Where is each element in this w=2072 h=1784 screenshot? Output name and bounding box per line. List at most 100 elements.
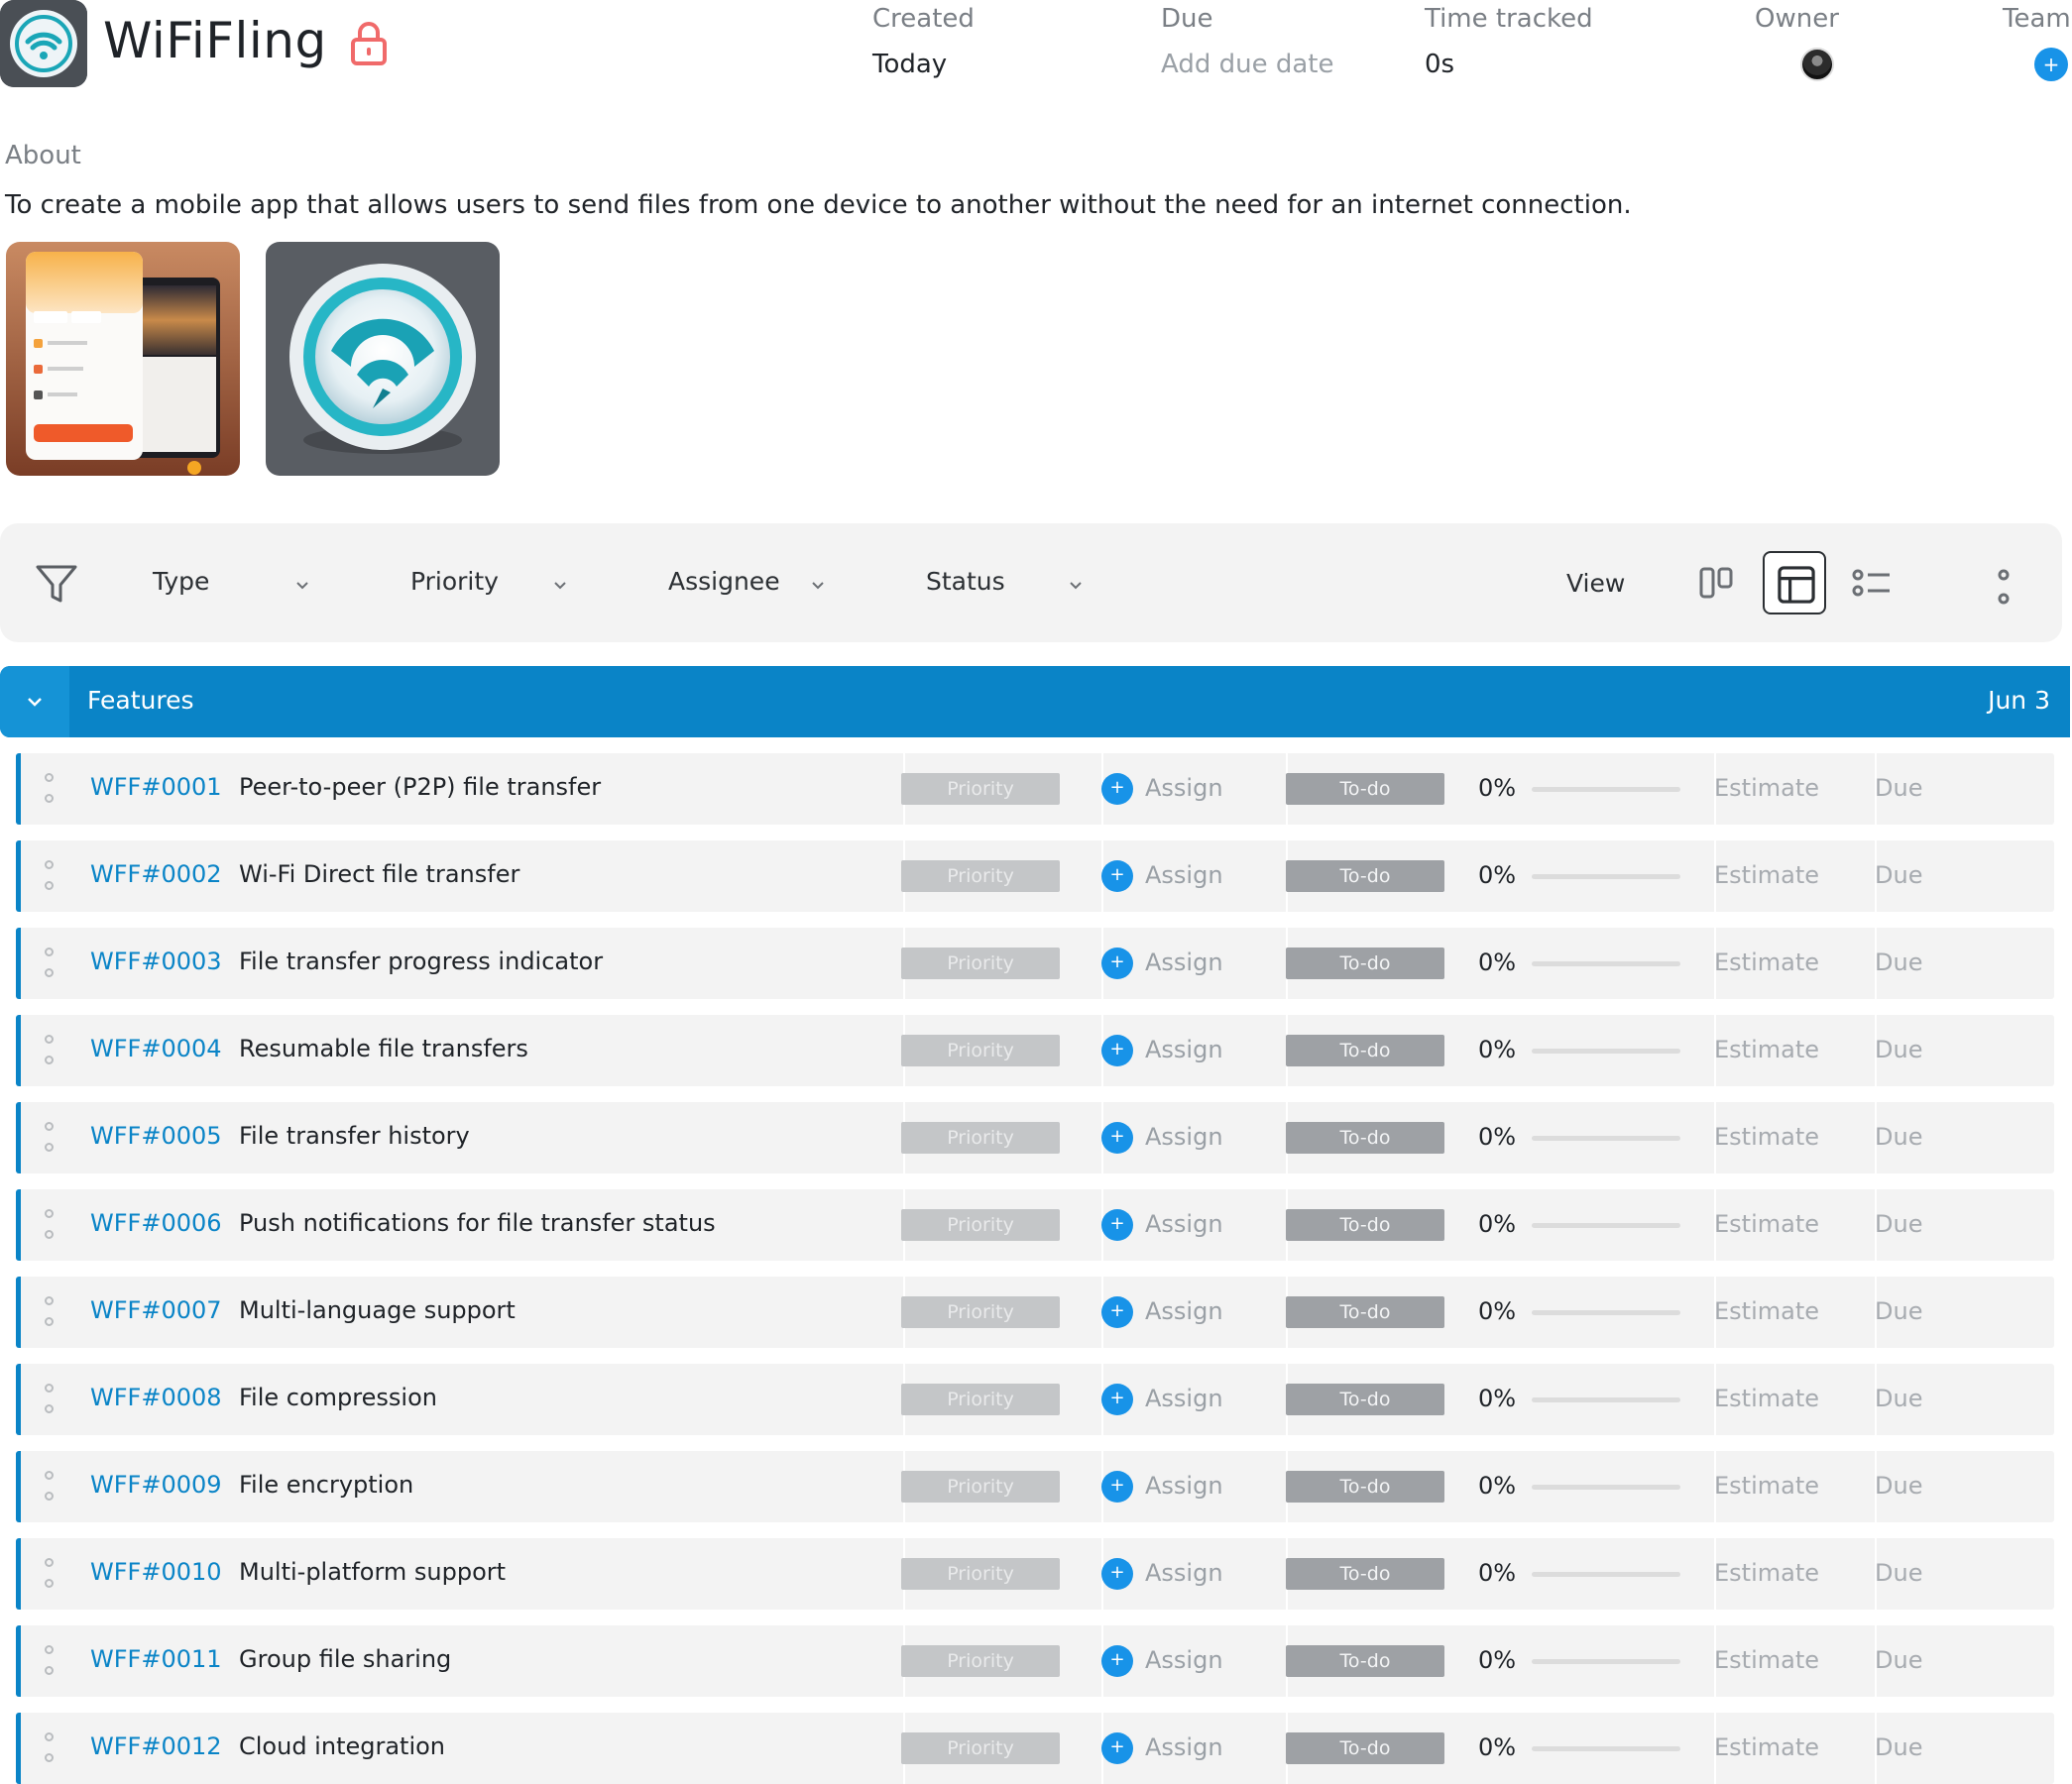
task-id-link[interactable]: WFF#0007 (90, 1296, 222, 1324)
priority-select[interactable]: Priority (901, 1209, 1060, 1241)
due-date-field[interactable]: Due (1875, 1297, 1922, 1325)
table-row[interactable]: WFF#0010 Multi-platform support Priority + A… (16, 1538, 2054, 1610)
table-row[interactable]: WFF#0003 File transfer progress indicator… (16, 928, 2054, 999)
status-select[interactable]: To-do (1286, 860, 1444, 892)
task-title[interactable]: Multi-platform support (239, 1558, 506, 1586)
status-select[interactable]: To-do (1286, 948, 1444, 979)
table-row[interactable]: WFF#0006 Push notifications for file tran… (16, 1189, 2054, 1261)
table-row[interactable]: WFF#0007 Multi-language support Priority + A… (16, 1277, 2054, 1348)
status-select[interactable]: To-do (1286, 1645, 1444, 1677)
priority-select[interactable]: Priority (901, 1384, 1060, 1415)
status-select[interactable]: To-do (1286, 1384, 1444, 1415)
assign-button[interactable]: Assign (1145, 861, 1223, 889)
status-select[interactable]: To-do (1286, 1732, 1444, 1764)
add-assignee-icon[interactable]: + (1101, 1471, 1133, 1503)
screenshot-thumbnail[interactable] (6, 242, 240, 476)
priority-select[interactable]: Priority (901, 1732, 1060, 1764)
list-view-icon[interactable] (1840, 551, 1903, 614)
estimate-field[interactable]: Estimate (1714, 861, 1819, 889)
filter-priority-dropdown[interactable]: Priority (410, 567, 579, 599)
app-icon-thumbnail[interactable] (266, 242, 500, 476)
add-assignee-icon[interactable]: + (1101, 1209, 1133, 1241)
priority-select[interactable]: Priority (901, 1558, 1060, 1590)
table-row[interactable]: WFF#0004 Resumable file transfers Priority… (16, 1015, 2054, 1086)
table-view-icon[interactable] (1763, 551, 1826, 614)
estimate-field[interactable]: Estimate (1714, 774, 1819, 802)
add-assignee-icon[interactable]: + (1101, 1732, 1133, 1764)
table-row[interactable]: WFF#0002 Wi-Fi Direct file transfer Priori… (16, 840, 2054, 912)
status-select[interactable]: To-do (1286, 1035, 1444, 1066)
task-id-link[interactable]: WFF#0004 (90, 1035, 222, 1062)
task-id-link[interactable]: WFF#0010 (90, 1558, 222, 1586)
assign-button[interactable]: Assign (1145, 1733, 1223, 1761)
task-title[interactable]: Peer-to-peer (P2P) file transfer (239, 773, 601, 801)
task-id-link[interactable]: WFF#0002 (90, 860, 222, 888)
due-date-field[interactable]: Due (1875, 948, 1922, 976)
add-assignee-icon[interactable]: + (1101, 860, 1133, 892)
owner-avatar[interactable] (1800, 48, 1834, 81)
lock-icon[interactable] (349, 20, 389, 65)
filter-icon[interactable] (34, 561, 79, 607)
add-due-date-button[interactable]: Add due date (1161, 50, 1333, 81)
table-row[interactable]: WFF#0009 File encryption Priority + Assign To… (16, 1451, 2054, 1522)
task-id-link[interactable]: WFF#0011 (90, 1645, 222, 1673)
task-id-link[interactable]: WFF#0001 (90, 773, 222, 801)
task-title[interactable]: Resumable file transfers (239, 1035, 528, 1062)
task-id-link[interactable]: WFF#0005 (90, 1122, 222, 1150)
add-assignee-icon[interactable]: + (1101, 1296, 1133, 1328)
task-title[interactable]: File encryption (239, 1471, 413, 1499)
priority-select[interactable]: Priority (901, 1035, 1060, 1066)
drag-handle-icon[interactable] (45, 1122, 57, 1154)
status-select[interactable]: To-do (1286, 773, 1444, 805)
table-row[interactable]: WFF#0012 Cloud integration Priority + Assign… (16, 1713, 2054, 1784)
status-select[interactable]: To-do (1286, 1471, 1444, 1503)
assign-button[interactable]: Assign (1145, 1297, 1223, 1325)
estimate-field[interactable]: Estimate (1714, 948, 1819, 976)
drag-handle-icon[interactable] (45, 1558, 57, 1590)
add-assignee-icon[interactable]: + (1101, 1645, 1133, 1677)
add-assignee-icon[interactable]: + (1101, 773, 1133, 805)
task-id-link[interactable]: WFF#0003 (90, 948, 222, 975)
task-title[interactable]: Group file sharing (239, 1645, 451, 1673)
priority-select[interactable]: Priority (901, 948, 1060, 979)
task-title[interactable]: Multi-language support (239, 1296, 516, 1324)
drag-handle-icon[interactable] (45, 773, 57, 805)
drag-handle-icon[interactable] (45, 1384, 57, 1415)
estimate-field[interactable]: Estimate (1714, 1210, 1819, 1238)
task-id-link[interactable]: WFF#0009 (90, 1471, 222, 1499)
drag-handle-icon[interactable] (45, 1209, 57, 1241)
table-row[interactable]: WFF#0005 File transfer history Priority + As… (16, 1102, 2054, 1173)
assign-button[interactable]: Assign (1145, 1559, 1223, 1587)
task-title[interactable]: File transfer progress indicator (239, 948, 603, 975)
task-title[interactable]: Wi-Fi Direct file transfer (239, 860, 519, 888)
task-id-link[interactable]: WFF#0012 (90, 1732, 222, 1760)
assign-button[interactable]: Assign (1145, 1123, 1223, 1151)
due-date-field[interactable]: Due (1875, 1559, 1922, 1587)
due-date-field[interactable]: Due (1875, 1733, 1922, 1761)
assign-button[interactable]: Assign (1145, 774, 1223, 802)
task-title[interactable]: Cloud integration (239, 1732, 445, 1760)
assign-button[interactable]: Assign (1145, 1472, 1223, 1500)
priority-select[interactable]: Priority (901, 1122, 1060, 1154)
status-select[interactable]: To-do (1286, 1209, 1444, 1241)
assign-button[interactable]: Assign (1145, 1210, 1223, 1238)
add-assignee-icon[interactable]: + (1101, 1558, 1133, 1590)
assign-button[interactable]: Assign (1145, 1646, 1223, 1674)
estimate-field[interactable]: Estimate (1714, 1472, 1819, 1500)
due-date-field[interactable]: Due (1875, 1385, 1922, 1412)
assign-button[interactable]: Assign (1145, 1036, 1223, 1063)
task-id-link[interactable]: WFF#0008 (90, 1384, 222, 1411)
add-assignee-icon[interactable]: + (1101, 1384, 1133, 1415)
priority-select[interactable]: Priority (901, 860, 1060, 892)
board-view-icon[interactable] (1685, 551, 1749, 614)
add-assignee-icon[interactable]: + (1101, 1035, 1133, 1066)
status-select[interactable]: To-do (1286, 1296, 1444, 1328)
due-date-field[interactable]: Due (1875, 1210, 1922, 1238)
drag-handle-icon[interactable] (45, 860, 57, 892)
priority-select[interactable]: Priority (901, 773, 1060, 805)
drag-handle-icon[interactable] (45, 1471, 57, 1503)
priority-select[interactable]: Priority (901, 1645, 1060, 1677)
due-date-field[interactable]: Due (1875, 1646, 1922, 1674)
task-title[interactable]: Push notifications for file transfer sta… (239, 1209, 716, 1237)
filter-type-dropdown[interactable]: Type (153, 567, 321, 599)
